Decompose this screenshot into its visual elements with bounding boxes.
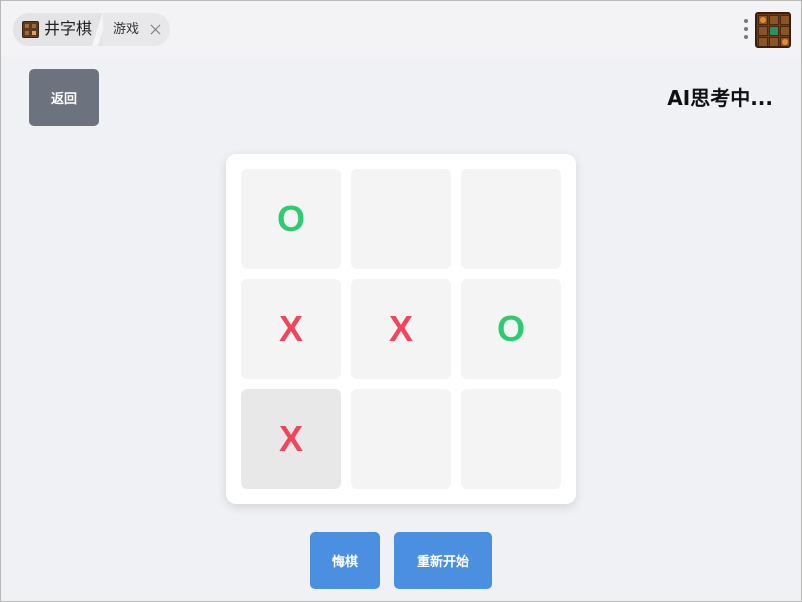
- board-cell-3[interactable]: [461, 169, 561, 269]
- more-vertical-icon[interactable]: [743, 17, 749, 41]
- title-bar: 井字棋 游戏: [1, 1, 801, 57]
- window-tab[interactable]: 井字棋 游戏: [13, 13, 170, 46]
- board-cell-6[interactable]: O: [461, 279, 561, 379]
- status-text: AI思考中...: [667, 86, 773, 110]
- board-cell-5[interactable]: X: [351, 279, 451, 379]
- tic-tac-toe-board-icon: [22, 21, 39, 38]
- tab-title: 井字棋: [44, 19, 93, 38]
- tab-subtitle: 游戏: [113, 22, 140, 37]
- board-cell-7[interactable]: X: [241, 389, 341, 489]
- tic-tac-toe-app-icon: [755, 12, 791, 48]
- game-window: 井字棋 游戏 返回 AI思考中... O X X O X 悔棋 重新开始: [0, 0, 802, 602]
- board-cell-9[interactable]: [461, 389, 561, 489]
- game-board: O X X O X: [226, 154, 576, 504]
- undo-button[interactable]: 悔棋: [310, 532, 380, 589]
- board-cell-1[interactable]: O: [241, 169, 341, 269]
- restart-button[interactable]: 重新开始: [394, 532, 492, 589]
- board-cell-2[interactable]: [351, 169, 451, 269]
- close-icon[interactable]: [148, 22, 163, 37]
- back-button[interactable]: 返回: [29, 69, 99, 126]
- board-cell-8[interactable]: [351, 389, 451, 489]
- board-cell-4[interactable]: X: [241, 279, 341, 379]
